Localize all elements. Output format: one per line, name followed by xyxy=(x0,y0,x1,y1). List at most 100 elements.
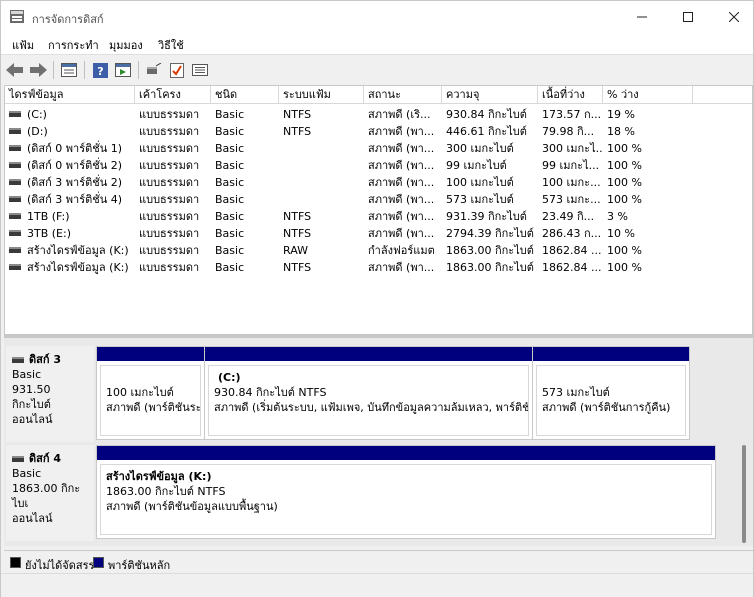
column-header-volume[interactable]: ไดรฟ์ข้อมูล xyxy=(5,86,135,104)
volume-icon xyxy=(9,247,21,253)
percent-free-cell: 19 % xyxy=(603,106,693,123)
toolbar-separator xyxy=(138,61,139,79)
menu-bar: แฟ้ม การกระทำ มุมมอง วิธีใช้ xyxy=(1,32,753,54)
minimize-button[interactable] xyxy=(619,1,665,32)
capacity-cell: 99 เมกะไบต์ xyxy=(442,157,538,174)
filesystem-cell: NTFS xyxy=(279,123,364,140)
list-view-button[interactable] xyxy=(190,60,210,80)
forward-button[interactable] xyxy=(28,60,48,80)
free-space-cell: 1862.84 ... xyxy=(538,242,603,259)
filesystem-cell: NTFS xyxy=(279,208,364,225)
volume-row[interactable]: (C:) แบบธรรมดา Basic NTFS สภาพดี (เริ... 930.… xyxy=(5,106,752,123)
free-space-cell: 1862.84 ... xyxy=(538,259,603,276)
percent-free-cell: 100 % xyxy=(603,174,693,191)
partition-disk3-recovery[interactable]: 573 เมกะไบต์ สภาพดี (พาร์ติชันการกู้คืน) xyxy=(533,347,689,439)
status-cell: สภาพดี (พา... xyxy=(364,259,442,276)
rescan-button[interactable] xyxy=(144,60,164,80)
volume-icon xyxy=(9,145,21,151)
disk-4-partitions: สร้างไดรฟ์ข้อมูล (K:) 1863.00 กิกะไบต์ N… xyxy=(96,445,716,539)
back-button[interactable] xyxy=(5,60,25,80)
disk-3-title: ดิสก์ 3 xyxy=(29,353,62,366)
maximize-button[interactable] xyxy=(665,1,711,32)
capacity-cell: 2794.39 กิกะไบต์ xyxy=(442,225,538,242)
volume-cell: สร้างไดรฟ์ข้อมูล (K:) xyxy=(5,242,135,259)
type-cell-text: Basic xyxy=(215,176,245,189)
filesystem-cell: NTFS xyxy=(279,106,364,123)
disk-management-window: การจัดการดิสก์ แฟ้ม การกระทำ มุมมอง วิธี… xyxy=(0,0,754,597)
capacity-cell-text: 300 เมกะไบต์ xyxy=(446,142,514,155)
percent-free-cell: 100 % xyxy=(603,157,693,174)
free-space-cell-text: 99 เมกะไ... xyxy=(542,159,600,172)
close-button[interactable] xyxy=(711,1,754,32)
column-header-filesystem[interactable]: ระบบแฟ้ม xyxy=(279,86,364,104)
type-cell: Basic xyxy=(211,259,279,276)
column-header-status[interactable]: สถานะ xyxy=(364,86,442,104)
volume-cell-text: (ดิสก์ 3 พาร์ติชั่น 4) xyxy=(27,193,123,206)
volume-icon xyxy=(9,196,21,202)
volume-row[interactable]: (ดิสก์ 0 พาร์ติชั่น 1) แบบธรรมดา Basic สภาพ… xyxy=(5,140,752,157)
status-cell-text: สภาพดี (พา... xyxy=(368,210,435,223)
partition-k-drive[interactable]: สร้างไดรฟ์ข้อมูล (K:) 1863.00 กิกะไบต์ N… xyxy=(97,446,715,538)
layout-cell: แบบธรรมดา xyxy=(135,208,211,225)
filesystem-cell: NTFS xyxy=(279,225,364,242)
toolbar-separator xyxy=(84,61,85,79)
column-header-capacity[interactable]: ความจุ xyxy=(442,86,538,104)
type-cell-text: Basic xyxy=(215,210,245,223)
partition-disk3-system[interactable]: 100 เมกะไบต์ สภาพดี (พาร์ติชันระบ xyxy=(97,347,205,439)
menu-action[interactable]: การกระทำ xyxy=(48,36,99,54)
disk-3-label[interactable]: ดิสก์ 3 Basic 931.50 กิกะไบต์ ออนไลน์ xyxy=(6,346,94,442)
percent-free-cell: 100 % xyxy=(603,191,693,208)
volume-row[interactable]: สร้างไดรฟ์ข้อมูล (K:) แบบธรรมดา Basic NTFS ส… xyxy=(5,259,752,276)
status-cell: สภาพดี (พา... xyxy=(364,225,442,242)
percent-free-cell-text: 100 % xyxy=(607,193,642,206)
volume-icon xyxy=(9,128,21,134)
partition-body: 100 เมกะไบต์ สภาพดี (พาร์ติชันระบ xyxy=(100,365,201,436)
column-header-percent-free[interactable]: % ว่าง xyxy=(603,86,693,104)
disk-4-label[interactable]: ดิสก์ 4 Basic 1863.00 กิกะไบเ ออนไลน์ xyxy=(6,445,94,541)
volume-row[interactable]: (ดิสก์ 3 พาร์ติชั่น 4) แบบธรรมดา Basic สภาพ… xyxy=(5,191,752,208)
volume-row[interactable]: (ดิสก์ 0 พาร์ติชั่น 2) แบบธรรมดา Basic สภาพ… xyxy=(5,157,752,174)
filesystem-cell-text: NTFS xyxy=(283,261,312,274)
volume-cell-text: (C:) xyxy=(27,108,47,121)
partition-body: (C:) 930.84 กิกะไบต์ NTFS สภาพดี (เริ่มต… xyxy=(208,365,529,436)
layout-cell-text: แบบธรรมดา xyxy=(139,244,200,257)
graph-scrollbar[interactable] xyxy=(742,445,746,543)
partition-bar xyxy=(205,347,532,361)
capacity-cell: 1863.00 กิกะไบต์ xyxy=(442,259,538,276)
layout-cell: แบบธรรมดา xyxy=(135,225,211,242)
volume-row[interactable]: 3TB (E:) แบบธรรมดา Basic NTFS สภาพดี (พา... 2… xyxy=(5,225,752,242)
layout-cell: แบบธรรมดา xyxy=(135,140,211,157)
free-space-cell: 23.49 กิ... xyxy=(538,208,603,225)
volume-cell-text: (ดิสก์ 0 พาร์ติชั่น 1) xyxy=(27,142,123,155)
column-header-layout[interactable]: เค้าโครง xyxy=(135,86,211,104)
check-button[interactable] xyxy=(167,60,187,80)
type-cell: Basic xyxy=(211,174,279,191)
status-cell-text: สภาพดี (เริ... xyxy=(368,108,431,121)
properties-button[interactable] xyxy=(59,60,79,80)
volume-row[interactable]: 1TB (F:) แบบธรรมดา Basic NTFS สภาพดี (พา... 9… xyxy=(5,208,752,225)
maximize-icon xyxy=(683,11,693,22)
partition-size: 573 เมกะไบต์ xyxy=(542,386,610,399)
status-cell-text: สภาพดี (พา... xyxy=(368,227,435,240)
layout-cell: แบบธรรมดา xyxy=(135,259,211,276)
help-button[interactable]: ? xyxy=(90,60,110,80)
layout-cell-text: แบบธรรมดา xyxy=(139,159,200,172)
partition-c-drive[interactable]: (C:) 930.84 กิกะไบต์ NTFS สภาพดี (เริ่มต… xyxy=(205,347,533,439)
free-space-cell-text: 173.57 ก... xyxy=(542,108,602,121)
volume-row[interactable]: สร้างไดรฟ์ข้อมูล (K:) แบบธรรมดา Basic RAW กำ… xyxy=(5,242,752,259)
percent-free-cell: 100 % xyxy=(603,242,693,259)
menu-help[interactable]: วิธีใช้ xyxy=(158,36,184,54)
column-header-type[interactable]: ชนิด xyxy=(211,86,279,104)
layout-cell: แบบธรรมดา xyxy=(135,157,211,174)
menu-view[interactable]: มุมมอง xyxy=(109,36,143,54)
volume-row[interactable]: (D:) แบบธรรมดา Basic NTFS สภาพดี (พา... 446.6… xyxy=(5,123,752,140)
back-arrow-icon xyxy=(6,63,23,77)
layout-cell-text: แบบธรรมดา xyxy=(139,176,200,189)
menu-file[interactable]: แฟ้ม xyxy=(12,36,34,54)
percent-free-cell: 100 % xyxy=(603,259,693,276)
column-header-free-space[interactable]: เนื้อที่ว่าง xyxy=(538,86,603,104)
console-button[interactable] xyxy=(113,60,133,80)
type-cell: Basic xyxy=(211,242,279,259)
volume-row[interactable]: (ดิสก์ 3 พาร์ติชั่น 2) แบบธรรมดา Basic สภาพ… xyxy=(5,174,752,191)
free-space-cell: 286.43 ก... xyxy=(538,225,603,242)
